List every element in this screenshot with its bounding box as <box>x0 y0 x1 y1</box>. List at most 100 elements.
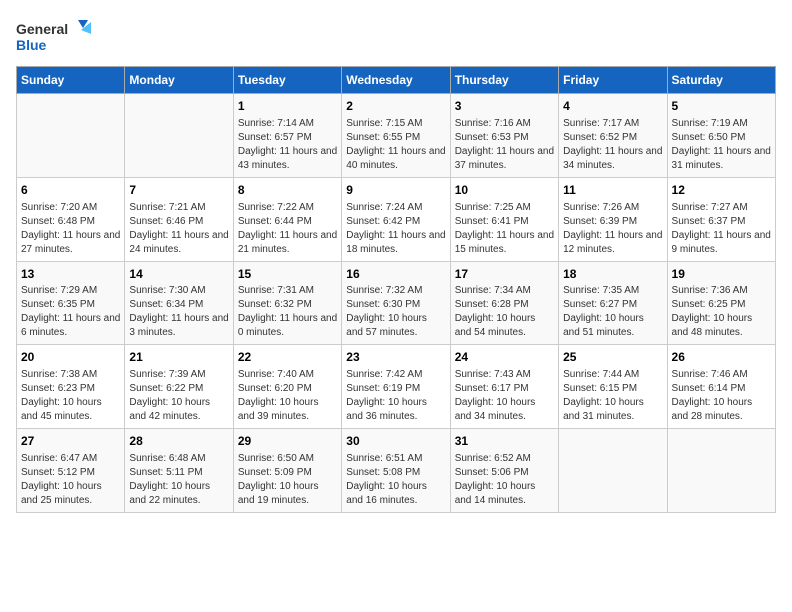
day-info: Daylight: 11 hours and 37 minutes. <box>455 145 554 173</box>
day-cell: 21Sunrise: 7:39 AMSunset: 6:22 PMDayligh… <box>125 345 233 429</box>
day-info: Sunset: 6:44 PM <box>238 215 337 229</box>
day-info: Sunset: 6:19 PM <box>346 382 445 396</box>
day-number: 18 <box>563 266 662 283</box>
day-cell: 19Sunrise: 7:36 AMSunset: 6:25 PMDayligh… <box>667 261 775 345</box>
svg-text:Blue: Blue <box>16 37 47 53</box>
day-info: Sunset: 6:48 PM <box>21 215 120 229</box>
day-info: Daylight: 10 hours and 34 minutes. <box>455 396 554 424</box>
day-info: Sunset: 5:06 PM <box>455 466 554 480</box>
day-cell: 11Sunrise: 7:26 AMSunset: 6:39 PMDayligh… <box>559 177 667 261</box>
day-cell: 2Sunrise: 7:15 AMSunset: 6:55 PMDaylight… <box>342 94 450 178</box>
day-info: Sunset: 6:52 PM <box>563 131 662 145</box>
week-row-1: 1Sunrise: 7:14 AMSunset: 6:57 PMDaylight… <box>17 94 776 178</box>
day-info: Sunrise: 7:39 AM <box>129 368 228 382</box>
day-number: 19 <box>672 266 771 283</box>
day-info: Daylight: 11 hours and 3 minutes. <box>129 312 228 340</box>
day-cell: 13Sunrise: 7:29 AMSunset: 6:35 PMDayligh… <box>17 261 125 345</box>
day-info: Sunrise: 7:21 AM <box>129 201 228 215</box>
day-number: 22 <box>238 349 337 366</box>
day-info: Sunset: 6:37 PM <box>672 215 771 229</box>
day-info: Sunrise: 7:17 AM <box>563 117 662 131</box>
day-cell: 14Sunrise: 7:30 AMSunset: 6:34 PMDayligh… <box>125 261 233 345</box>
day-cell: 17Sunrise: 7:34 AMSunset: 6:28 PMDayligh… <box>450 261 558 345</box>
day-info: Sunset: 6:22 PM <box>129 382 228 396</box>
week-row-2: 6Sunrise: 7:20 AMSunset: 6:48 PMDaylight… <box>17 177 776 261</box>
day-number: 25 <box>563 349 662 366</box>
day-cell: 27Sunrise: 6:47 AMSunset: 5:12 PMDayligh… <box>17 429 125 513</box>
day-info: Sunrise: 6:50 AM <box>238 452 337 466</box>
day-info: Sunset: 6:55 PM <box>346 131 445 145</box>
day-info: Sunset: 6:15 PM <box>563 382 662 396</box>
day-cell <box>17 94 125 178</box>
day-cell: 26Sunrise: 7:46 AMSunset: 6:14 PMDayligh… <box>667 345 775 429</box>
day-info: Sunrise: 7:27 AM <box>672 201 771 215</box>
day-info: Sunset: 6:53 PM <box>455 131 554 145</box>
day-cell: 10Sunrise: 7:25 AMSunset: 6:41 PMDayligh… <box>450 177 558 261</box>
day-info: Sunrise: 7:35 AM <box>563 284 662 298</box>
day-number: 23 <box>346 349 445 366</box>
day-number: 5 <box>672 98 771 115</box>
day-cell: 18Sunrise: 7:35 AMSunset: 6:27 PMDayligh… <box>559 261 667 345</box>
week-row-3: 13Sunrise: 7:29 AMSunset: 6:35 PMDayligh… <box>17 261 776 345</box>
day-info: Daylight: 11 hours and 6 minutes. <box>21 312 120 340</box>
day-info: Sunset: 6:41 PM <box>455 215 554 229</box>
day-info: Sunset: 6:42 PM <box>346 215 445 229</box>
day-number: 4 <box>563 98 662 115</box>
day-number: 14 <box>129 266 228 283</box>
day-info: Sunrise: 6:47 AM <box>21 452 120 466</box>
day-info: Daylight: 11 hours and 18 minutes. <box>346 229 445 257</box>
day-number: 13 <box>21 266 120 283</box>
day-info: Sunrise: 7:14 AM <box>238 117 337 131</box>
day-info: Sunset: 6:57 PM <box>238 131 337 145</box>
day-number: 24 <box>455 349 554 366</box>
day-cell: 22Sunrise: 7:40 AMSunset: 6:20 PMDayligh… <box>233 345 341 429</box>
day-info: Sunrise: 7:24 AM <box>346 201 445 215</box>
day-cell: 25Sunrise: 7:44 AMSunset: 6:15 PMDayligh… <box>559 345 667 429</box>
day-info: Sunrise: 7:42 AM <box>346 368 445 382</box>
day-info: Sunrise: 7:38 AM <box>21 368 120 382</box>
day-number: 30 <box>346 433 445 450</box>
header-row: SundayMondayTuesdayWednesdayThursdayFrid… <box>17 67 776 94</box>
day-info: Daylight: 10 hours and 19 minutes. <box>238 480 337 508</box>
day-info: Sunrise: 7:32 AM <box>346 284 445 298</box>
day-info: Sunrise: 7:31 AM <box>238 284 337 298</box>
day-info: Sunset: 6:17 PM <box>455 382 554 396</box>
day-number: 17 <box>455 266 554 283</box>
day-number: 12 <box>672 182 771 199</box>
day-info: Daylight: 10 hours and 54 minutes. <box>455 312 554 340</box>
day-header-wednesday: Wednesday <box>342 67 450 94</box>
day-number: 8 <box>238 182 337 199</box>
day-info: Daylight: 11 hours and 43 minutes. <box>238 145 337 173</box>
day-header-friday: Friday <box>559 67 667 94</box>
day-number: 27 <box>21 433 120 450</box>
day-info: Daylight: 10 hours and 48 minutes. <box>672 312 771 340</box>
day-info: Sunrise: 7:40 AM <box>238 368 337 382</box>
day-cell <box>559 429 667 513</box>
day-info: Sunset: 6:28 PM <box>455 298 554 312</box>
day-number: 3 <box>455 98 554 115</box>
day-info: Sunrise: 7:36 AM <box>672 284 771 298</box>
day-info: Sunrise: 7:30 AM <box>129 284 228 298</box>
day-info: Daylight: 11 hours and 15 minutes. <box>455 229 554 257</box>
day-info: Sunrise: 7:26 AM <box>563 201 662 215</box>
day-number: 11 <box>563 182 662 199</box>
day-info: Daylight: 10 hours and 39 minutes. <box>238 396 337 424</box>
day-info: Sunrise: 7:15 AM <box>346 117 445 131</box>
day-info: Sunrise: 7:20 AM <box>21 201 120 215</box>
day-info: Daylight: 10 hours and 25 minutes. <box>21 480 120 508</box>
day-info: Sunrise: 7:29 AM <box>21 284 120 298</box>
day-info: Daylight: 10 hours and 57 minutes. <box>346 312 445 340</box>
day-cell: 16Sunrise: 7:32 AMSunset: 6:30 PMDayligh… <box>342 261 450 345</box>
day-number: 21 <box>129 349 228 366</box>
day-info: Sunset: 6:27 PM <box>563 298 662 312</box>
day-header-tuesday: Tuesday <box>233 67 341 94</box>
day-info: Daylight: 11 hours and 40 minutes. <box>346 145 445 173</box>
calendar-table: SundayMondayTuesdayWednesdayThursdayFrid… <box>16 66 776 513</box>
day-cell: 7Sunrise: 7:21 AMSunset: 6:46 PMDaylight… <box>125 177 233 261</box>
day-info: Sunrise: 6:52 AM <box>455 452 554 466</box>
day-info: Sunset: 6:14 PM <box>672 382 771 396</box>
day-cell: 6Sunrise: 7:20 AMSunset: 6:48 PMDaylight… <box>17 177 125 261</box>
day-info: Daylight: 11 hours and 0 minutes. <box>238 312 337 340</box>
svg-text:General: General <box>16 21 68 37</box>
day-cell: 5Sunrise: 7:19 AMSunset: 6:50 PMDaylight… <box>667 94 775 178</box>
